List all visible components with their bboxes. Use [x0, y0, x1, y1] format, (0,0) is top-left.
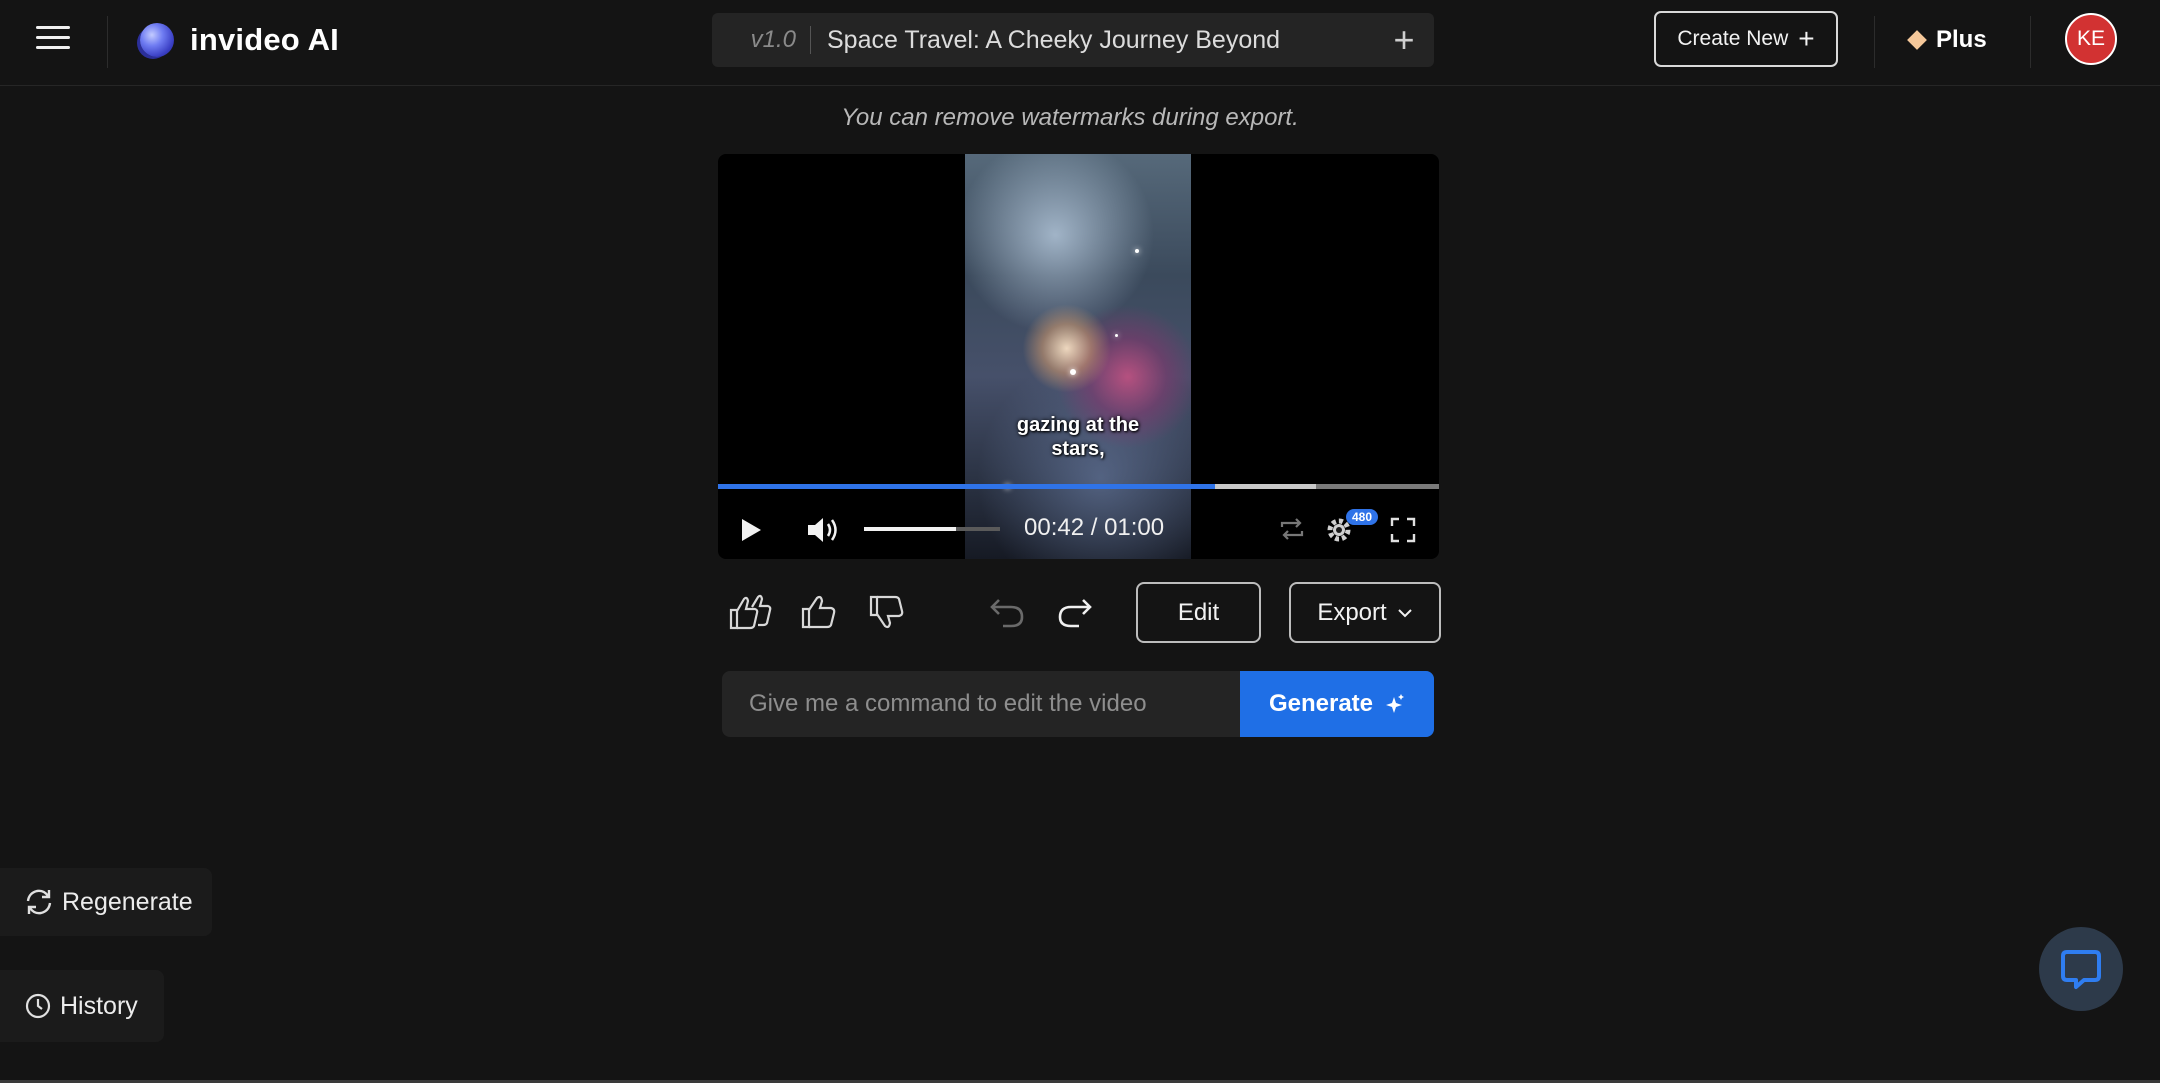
plan-label: Plus	[1936, 26, 1987, 54]
video-player[interactable]: gazing at the stars, 00:42 / 01:00 48	[718, 154, 1439, 559]
volume-icon[interactable]	[806, 515, 842, 545]
time-display: 00:42 / 01:00	[1024, 514, 1164, 542]
playback-progress-bar[interactable]	[718, 484, 1439, 489]
divider	[1874, 16, 1875, 68]
version-label[interactable]: v1.0	[712, 26, 810, 54]
history-label: History	[60, 992, 138, 1021]
clock-icon	[24, 992, 52, 1020]
progress-fill	[718, 484, 1215, 489]
thumbs-up-icon	[801, 595, 837, 629]
plus-icon: +	[1798, 25, 1814, 53]
dislike-button[interactable]	[862, 582, 912, 642]
support-chat-button[interactable]	[2039, 927, 2123, 1011]
fullscreen-icon[interactable]	[1390, 517, 1416, 543]
chevron-down-icon	[1397, 608, 1413, 618]
hamburger-menu-icon[interactable]	[36, 22, 70, 56]
volume-fill	[864, 527, 956, 531]
watermark-notice: You can remove watermarks during export.	[0, 104, 2140, 132]
planet-logo-icon	[140, 23, 174, 57]
volume-slider[interactable]	[864, 527, 1000, 531]
thumbs-down-icon	[869, 595, 905, 629]
subtitle-line: gazing at the	[965, 413, 1191, 437]
user-avatar[interactable]: KE	[2065, 13, 2117, 65]
star-highlight	[1115, 334, 1118, 337]
export-label: Export	[1317, 599, 1386, 627]
refresh-icon	[24, 887, 54, 917]
project-title-bar[interactable]: v1.0 Space Travel: A Cheeky Journey Beyo…	[712, 13, 1434, 67]
video-subtitle: gazing at the stars,	[965, 413, 1191, 461]
command-input[interactable]	[722, 671, 1240, 737]
play-icon[interactable]	[740, 518, 762, 542]
double-thumbs-up-icon	[728, 593, 774, 631]
love-it-button[interactable]	[726, 582, 776, 642]
diamond-icon	[1907, 30, 1927, 50]
generate-button[interactable]: Generate	[1240, 671, 1434, 737]
command-bar: Generate	[722, 671, 1434, 737]
redo-icon	[1057, 596, 1093, 628]
history-button[interactable]: History	[0, 970, 164, 1042]
chat-bubble-icon	[2058, 946, 2104, 992]
generate-label: Generate	[1269, 690, 1373, 718]
top-bar: invideo AI v1.0 Space Travel: A Cheeky J…	[0, 0, 2160, 86]
brand-logo[interactable]: invideo AI	[140, 20, 339, 60]
regenerate-button[interactable]: Regenerate	[0, 868, 212, 936]
player-controls: 00:42 / 01:00 480	[718, 504, 1439, 554]
video-frame[interactable]: gazing at the stars,	[965, 154, 1191, 559]
subtitle-line: stars,	[965, 437, 1191, 461]
like-button[interactable]	[794, 582, 844, 642]
star-highlight	[1070, 369, 1076, 375]
redo-button[interactable]	[1050, 582, 1100, 642]
loop-icon[interactable]	[1278, 517, 1306, 541]
quality-badge[interactable]: 480	[1346, 509, 1378, 525]
export-button[interactable]: Export	[1289, 582, 1441, 643]
plan-badge[interactable]: Plus	[1910, 20, 1987, 60]
star-highlight	[1135, 249, 1139, 253]
brand-name: invideo AI	[190, 22, 339, 58]
undo-button[interactable]	[982, 582, 1032, 642]
create-new-button[interactable]: Create New +	[1654, 11, 1838, 67]
divider	[107, 16, 108, 68]
undo-icon	[989, 596, 1025, 628]
divider	[810, 26, 811, 54]
add-version-plus-icon[interactable]: +	[1374, 19, 1434, 61]
divider	[2030, 16, 2031, 68]
create-new-label: Create New	[1677, 27, 1788, 51]
edit-button[interactable]: Edit	[1136, 582, 1261, 643]
regenerate-label: Regenerate	[62, 888, 193, 917]
project-title[interactable]: Space Travel: A Cheeky Journey Beyond	[827, 26, 1374, 55]
sparkle-icon	[1385, 693, 1405, 715]
